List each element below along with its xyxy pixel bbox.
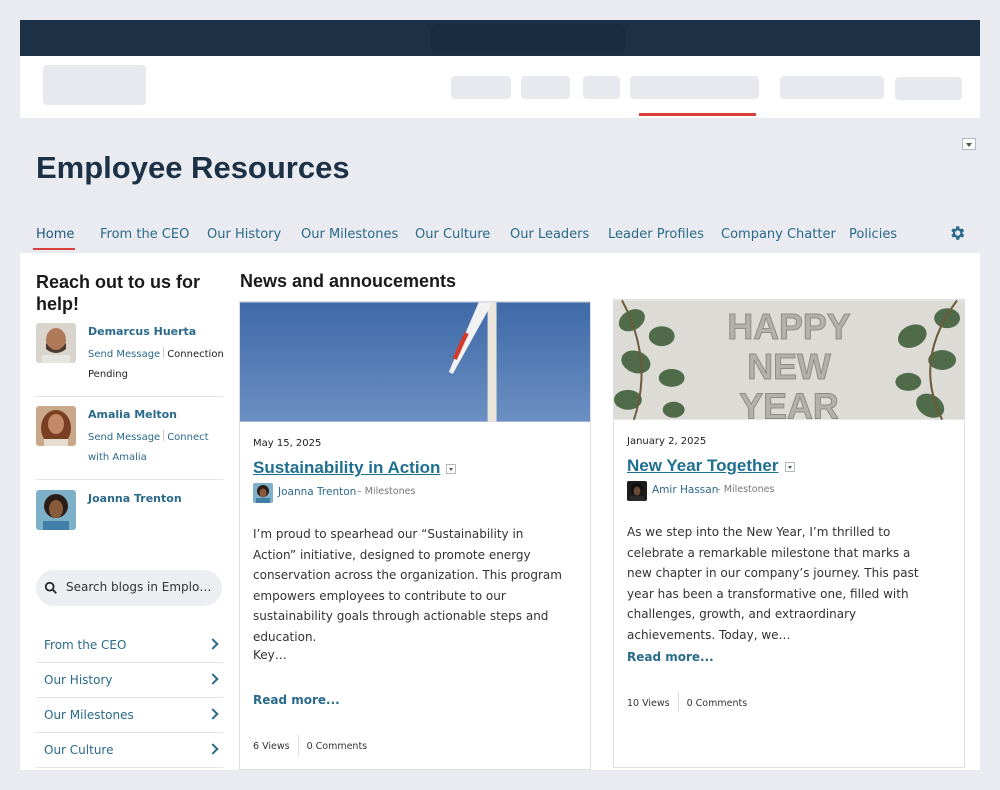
header-nav-item-1[interactable] (451, 76, 511, 99)
post-excerpt: I’m proud to spearhead our “Sustainabili… (253, 527, 562, 644)
page-title: Employee Resources (36, 150, 350, 185)
chevron-right-icon (207, 673, 219, 685)
send-message-link[interactable]: Send Message (88, 432, 160, 443)
sidebar-item-label: Our History (44, 673, 113, 687)
blog-search-input[interactable]: Search blogs in Emplo… (36, 570, 222, 606)
gear-icon[interactable] (948, 224, 966, 242)
search-icon (44, 581, 57, 594)
tab-from-the-ceo[interactable]: From the CEO (100, 227, 189, 242)
sidebar-link-list: From the CEO Our History Our Milestones … (36, 628, 223, 768)
stats-separator (677, 692, 679, 712)
news-card: May 15, 2025 Sustainability in Action Jo… (239, 301, 591, 770)
header-nav-active-indicator (639, 113, 756, 116)
sidebar-item-our-history[interactable]: Our History (36, 663, 223, 698)
sidebar-item-label: Our Milestones (44, 708, 134, 722)
news-card: HAPPY NEW YEAR January 2, 2025 New Year … (613, 299, 965, 768)
header-nav-item-3[interactable] (583, 76, 620, 99)
avatar[interactable] (36, 490, 76, 530)
post-category: – Milestones (716, 484, 775, 495)
post-excerpt-continued: Key… (253, 648, 287, 662)
contact-name[interactable]: Demarcus Huerta (88, 325, 196, 338)
tab-our-leaders[interactable]: Our Leaders (510, 227, 589, 242)
action-separator (163, 430, 165, 441)
sidebar-item-from-the-ceo[interactable]: From the CEO (36, 628, 223, 663)
chevron-right-icon (207, 743, 219, 755)
suite-bar (20, 20, 980, 56)
site-tabs: Home From the CEO Our History Our Milest… (20, 222, 980, 252)
tab-our-history[interactable]: Our History (207, 227, 281, 242)
comment-count-link[interactable]: 0 Comments (307, 741, 368, 752)
tab-our-culture[interactable]: Our Culture (415, 227, 490, 242)
header-nav-item-5[interactable] (780, 76, 884, 99)
header-nav-item-2[interactable] (521, 76, 570, 99)
contact-actions: Send Message Connect with Amalia (88, 428, 228, 468)
avatar[interactable] (36, 406, 76, 446)
view-count: 10 Views (627, 698, 670, 709)
sidebar-item-label: Our Culture (44, 743, 114, 757)
image-text: HAPPY (727, 307, 850, 347)
header-nav-item-4[interactable] (630, 76, 759, 99)
stats-separator (297, 735, 299, 755)
header-nav-item-6[interactable] (895, 77, 962, 100)
page-options-dropdown[interactable] (962, 138, 976, 150)
main-content: Reach out to us for help! Demarcus Huert… (20, 253, 980, 770)
read-more-link[interactable]: Read more... (627, 650, 714, 664)
sidebar-item-label: From the CEO (44, 638, 127, 652)
contact-divider (36, 479, 223, 480)
image-text: YEAR (739, 387, 839, 420)
author-name-link[interactable]: Amir Hassan (652, 484, 718, 496)
contact-card: Joanna Trenton (36, 490, 224, 532)
view-count: 6 Views (253, 741, 290, 752)
tab-home[interactable]: Home (36, 227, 74, 242)
contact-divider (36, 396, 223, 397)
post-author: Joanna Trenton – Milestones (253, 483, 553, 503)
contact-actions: Send Message Connection Pending (88, 345, 228, 385)
sidebar-title: Reach out to us for help! (36, 272, 201, 314)
image-text: NEW (747, 347, 831, 387)
contact-name[interactable]: Joanna Trenton (88, 492, 182, 505)
contact-name[interactable]: Amalia Melton (88, 408, 177, 421)
sidebar-item-our-culture[interactable]: Our Culture (36, 733, 223, 768)
author-name-link[interactable]: Joanna Trenton (278, 486, 356, 498)
site-header (20, 56, 980, 118)
news-section-title: News and annoucements (240, 271, 457, 291)
post-title-link[interactable]: New Year Together (627, 456, 778, 476)
tab-company-chatter[interactable]: Company Chatter (721, 227, 836, 242)
author-avatar[interactable] (627, 481, 647, 501)
tab-active-underline (33, 248, 75, 250)
comment-count-link[interactable]: 0 Comments (687, 698, 748, 709)
card-image[interactable]: HAPPY NEW YEAR (614, 300, 964, 420)
post-title-link[interactable]: Sustainability in Action (253, 458, 440, 478)
post-options-dropdown[interactable] (446, 464, 456, 474)
send-message-link[interactable]: Send Message (88, 349, 160, 360)
search-placeholder: Search blogs in Emplo… (66, 580, 212, 594)
tab-policies[interactable]: Policies (849, 227, 897, 242)
post-stats: 10 Views 0 Comments (627, 692, 747, 712)
chevron-right-icon (207, 638, 219, 650)
read-more-link[interactable]: Read more... (253, 693, 340, 707)
contact-card: Amalia Melton Send Message Connect with A… (36, 406, 224, 476)
chevron-right-icon (207, 708, 219, 720)
tab-our-milestones[interactable]: Our Milestones (301, 227, 398, 242)
post-stats: 6 Views 0 Comments (253, 735, 367, 755)
tab-leader-profiles[interactable]: Leader Profiles (608, 227, 704, 242)
post-author: Amir Hassan – Milestones (627, 481, 927, 501)
sidebar-item-our-milestones[interactable]: Our Milestones (36, 698, 223, 733)
post-date: January 2, 2025 (627, 436, 707, 447)
suite-search-placeholder[interactable] (430, 24, 626, 52)
avatar[interactable] (36, 323, 76, 363)
contact-card: Demarcus Huerta Send Message Connection P… (36, 323, 224, 393)
post-options-dropdown[interactable] (785, 462, 795, 472)
post-excerpt: As we step into the New Year, I’m thrill… (627, 525, 919, 642)
card-image[interactable] (240, 302, 590, 422)
post-category: – Milestones (357, 486, 416, 497)
post-date: May 15, 2025 (253, 438, 322, 449)
author-avatar[interactable] (253, 483, 273, 503)
site-logo-placeholder[interactable] (43, 65, 146, 105)
action-separator (163, 347, 165, 358)
